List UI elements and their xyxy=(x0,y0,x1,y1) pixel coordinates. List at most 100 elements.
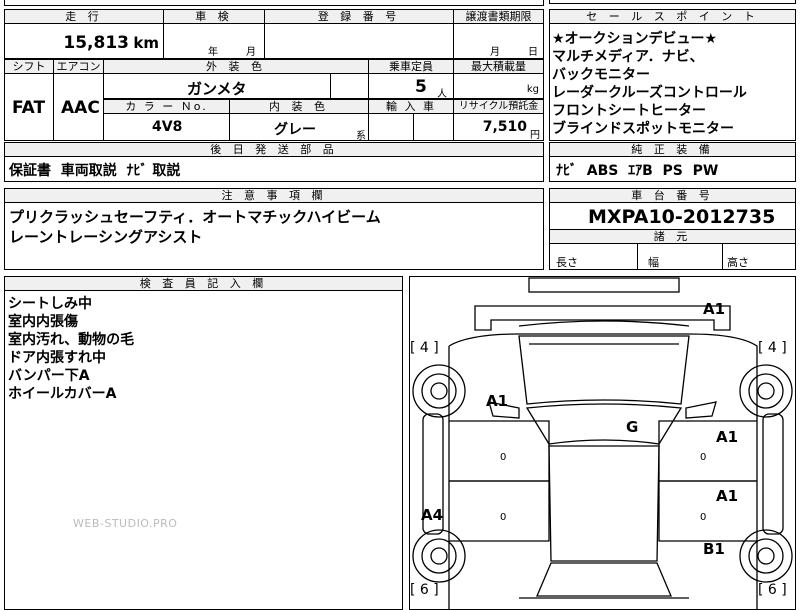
import-cell-b xyxy=(413,113,454,141)
wheel-fr-inner xyxy=(748,373,784,409)
later-parts-value: 保証書 車両取説 ﾅﾋﾞ 取説 xyxy=(9,163,181,179)
notes-line: プリクラッシュセーフティ．オートマチックハイビーム xyxy=(9,208,381,226)
shaken-header: 車 検 xyxy=(163,9,265,24)
notes-cell: プリクラッシュセーフティ．オートマチックハイビーム レーントレーシングアシスト xyxy=(4,202,544,270)
shift-value: FAT xyxy=(12,98,46,118)
shaken-cell: 年 月 xyxy=(163,23,265,59)
ac-cell: AAC xyxy=(53,73,104,141)
left-rear-door xyxy=(449,480,550,542)
ac-header: エアコン xyxy=(53,59,104,74)
wheel-rl-inner xyxy=(421,538,457,574)
tire-mark-fl: [ 4 ] xyxy=(410,340,439,356)
damage-mark-left-fender: A1 xyxy=(486,392,509,410)
color-value: ガンメタ xyxy=(187,80,247,98)
shaken-year: 年 xyxy=(208,47,218,58)
inspector-line: シートしみ中 xyxy=(8,296,92,312)
right-rear-door xyxy=(658,480,757,542)
windshield xyxy=(525,403,683,445)
sales-line: バックモニター xyxy=(552,67,650,83)
zero-mark: 0 xyxy=(500,452,507,463)
inspector-lines: シートしみ中 室内内張傷 室内汚れ、動物の毛 ドア内張すれ中 バンパー下A ホイ… xyxy=(8,295,134,403)
color-cell: ガンメタ xyxy=(103,73,331,99)
spec-length: 長さ xyxy=(556,256,578,269)
tire-mark-rl: [ 6 ] xyxy=(410,582,439,598)
import-cell-a xyxy=(368,113,414,141)
registration-cell xyxy=(264,23,454,59)
transfer-header: 譲渡書類期限 xyxy=(453,9,544,24)
wheel-rr-inner xyxy=(748,538,784,574)
later-parts-header: 後 日 発 送 部 品 xyxy=(4,142,544,157)
right-skirt xyxy=(762,413,784,535)
zero-mark: 0 xyxy=(700,452,707,463)
right-front-door xyxy=(658,420,757,482)
capacity-unit: 人 xyxy=(437,89,447,99)
mileage-value: 15,813 xyxy=(63,33,129,53)
interior-unit: 系 xyxy=(356,131,366,141)
mileage-unit: km xyxy=(133,34,159,52)
genuine-cell: ﾅﾋﾞ ABS ｴｱB PS PW xyxy=(549,156,796,182)
mileage-header: 走 行 xyxy=(4,9,164,24)
inspector-header: 検 査 員 記 入 欄 xyxy=(4,276,403,291)
inspector-line: 室内汚れ、動物の毛 xyxy=(8,332,135,348)
roof xyxy=(548,445,660,562)
damage-mark-left-skirt: A4 xyxy=(421,506,444,524)
tire-mark-rr: [ 6 ] xyxy=(758,582,787,598)
sales-header: セ ー ル ス ポ イ ン ト xyxy=(549,9,796,24)
load-unit: kg xyxy=(526,84,539,95)
damage-mark-bumper: A1 xyxy=(703,300,726,318)
shift-cell: FAT xyxy=(4,73,54,141)
damage-mark-right-front-door: A1 xyxy=(716,428,739,446)
body-outline xyxy=(448,333,758,610)
chassis-header: 車 台 番 号 xyxy=(549,188,796,203)
spec-width-cell: 幅 xyxy=(637,243,723,270)
color-header: 外 装 色 xyxy=(103,59,369,74)
sales-lines: ★オークションデビュー★ マルチメディア．ナビ、 バックモニター レーダークルー… xyxy=(552,30,747,138)
recycle-cell: 7,510 円 xyxy=(453,113,544,141)
genuine-header: 純 正 装 備 xyxy=(549,142,796,157)
spec-height: 高さ xyxy=(727,256,749,269)
wheel-rl-hub xyxy=(430,547,448,565)
zero-mark: 0 xyxy=(500,512,507,523)
recycle-header: リサイクル預託金 xyxy=(453,99,544,114)
interior-value: グレー xyxy=(274,122,316,138)
sales-line: マルチメディア．ナビ、 xyxy=(552,49,704,65)
inspector-line: ドア内張すれ中 xyxy=(8,350,106,366)
sales-line: ★オークションデビュー★ xyxy=(552,31,718,47)
transfer-month: 月 xyxy=(490,47,500,58)
capacity-cell: 5 人 xyxy=(368,73,454,99)
inspector-line: ホイールカバーA xyxy=(8,386,117,402)
notes-line: レーントレーシングアシスト xyxy=(9,228,203,246)
left-front-door xyxy=(449,420,550,482)
spec-length-cell: 長さ xyxy=(549,243,638,270)
recycle-unit: 円 xyxy=(530,130,540,141)
wheel-fl-inner xyxy=(421,373,457,409)
shaken-month: 月 xyxy=(246,47,256,58)
damage-mark-right-rear: B1 xyxy=(703,540,725,558)
rear-window xyxy=(536,562,672,597)
capacity-value: 5 xyxy=(415,77,427,97)
hood-line xyxy=(518,320,690,327)
front-bumper xyxy=(474,305,731,331)
top-cut-right xyxy=(549,0,796,4)
bumper-top xyxy=(528,277,680,293)
recycle-value: 7,510 xyxy=(482,119,527,135)
mileage-cell: 15,813 km xyxy=(4,23,164,59)
transfer-day: 日 xyxy=(528,47,538,58)
wheel-fr-hub xyxy=(757,382,775,400)
top-cut-row xyxy=(4,0,544,6)
notes-lines: プリクラッシュセーフティ．オートマチックハイビーム レーントレーシングアシスト xyxy=(9,207,381,247)
spec-header: 諸 元 xyxy=(549,229,796,244)
wheel-fr xyxy=(739,364,793,418)
interior-cell: グレー 系 xyxy=(229,113,369,141)
sales-cell: ★オークションデビュー★ マルチメディア．ナビ、 バックモニター レーダークルー… xyxy=(549,23,796,141)
ac-value: AAC xyxy=(61,98,100,118)
hood xyxy=(518,335,690,405)
sales-line: フロントシートヒーター xyxy=(552,103,706,119)
chassis-value: MXPA10-2012735 xyxy=(588,206,776,228)
inspector-cell: シートしみ中 室内内張傷 室内汚れ、動物の毛 ドア内張すれ中 バンパー下A ホイ… xyxy=(4,290,403,610)
load-header: 最大積載量 xyxy=(453,59,544,74)
watermark: WEB-STUDIO.PRO xyxy=(73,517,178,530)
transfer-cell: 月 日 xyxy=(453,23,544,59)
sales-line: ブラインドスポットモニター xyxy=(552,121,734,137)
spec-width: 幅 xyxy=(648,256,659,269)
